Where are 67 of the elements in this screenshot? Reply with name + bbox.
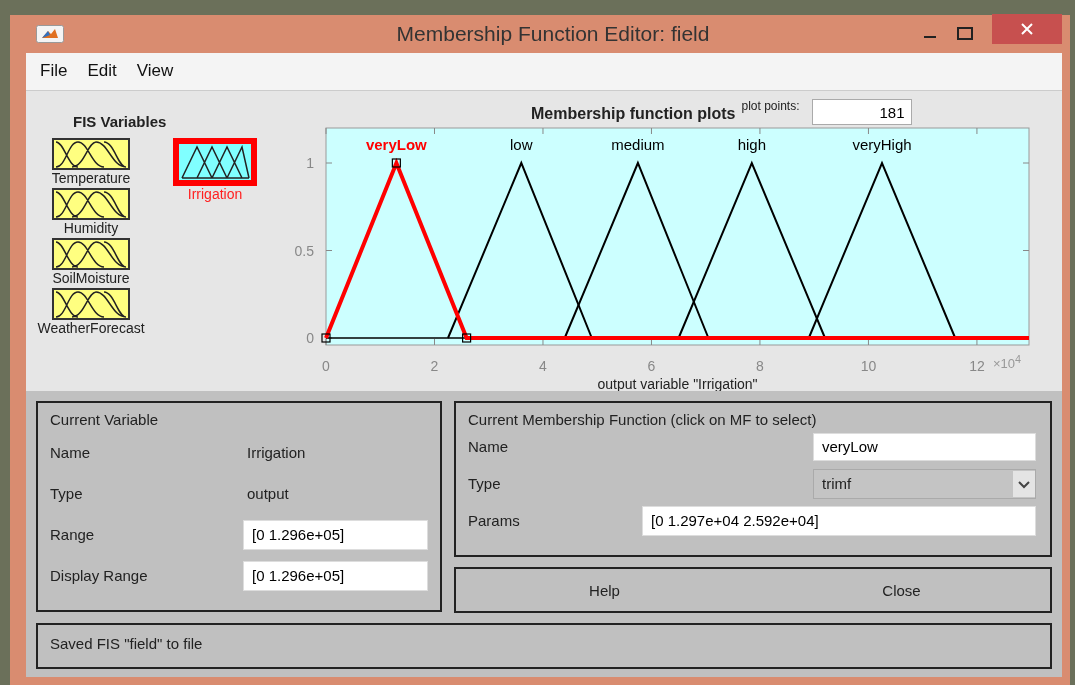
input-variable-icon[interactable] — [52, 238, 130, 270]
section-title: FIS Variables — [72, 113, 168, 130]
x-tick-label: 6 — [647, 358, 656, 374]
membership-function-label[interactable]: high — [737, 136, 766, 153]
x-tick-label: 2 — [430, 358, 439, 374]
app-icon — [36, 24, 64, 43]
panel-title: Current Membership Function (click on MF to select) — [468, 411, 818, 428]
input-field[interactable]: [0 1.297e+04 2.592e+04] — [642, 505, 1036, 536]
input-variable-icon[interactable] — [52, 138, 130, 170]
type-dropdown[interactable]: trimf — [813, 468, 1036, 499]
chevron-icon — [1013, 470, 1035, 497]
variable-label: Humidity — [63, 220, 119, 236]
panel-button[interactable]: Help — [456, 569, 753, 611]
field-label: Name — [468, 438, 509, 455]
membership-function-label[interactable]: low — [510, 136, 533, 153]
window-title: Membership Function Editor: field — [395, 21, 711, 46]
membership-curve[interactable] — [447, 160, 593, 339]
close-icon — [1020, 21, 1034, 36]
field-label: Params — [468, 512, 521, 529]
x-tick-label: 0 — [322, 358, 330, 374]
field-label: Type — [50, 485, 84, 502]
field-label: Range — [50, 526, 96, 543]
membership-curve[interactable] — [807, 160, 957, 339]
x-tick-label: 10 — [860, 358, 877, 374]
membership-function-label[interactable]: veryHigh — [852, 136, 912, 153]
x-tick-label: 4 — [539, 358, 547, 374]
input-variable-icon[interactable] — [52, 288, 130, 320]
vertex-handle[interactable] — [391, 158, 401, 168]
menu-item[interactable]: File — [30, 61, 78, 82]
input-variable-icon[interactable] — [52, 188, 130, 220]
axis-multiplier: ×10$^{4}$ — [993, 353, 1022, 372]
menu-item[interactable]: Edit — [77, 61, 127, 82]
x-tick-label: 12 — [969, 358, 985, 374]
close-button[interactable] — [992, 13, 1062, 44]
y-tick-label: 0.5 — [294, 242, 314, 259]
maximize-icon[interactable] — [956, 25, 974, 42]
field-label: Name — [50, 444, 91, 461]
plot-title: Membership function plots — [531, 105, 736, 123]
membership-curve[interactable] — [677, 160, 826, 339]
vertex-handle[interactable] — [462, 333, 472, 343]
plot-points-label: plot points: — [741, 99, 800, 113]
membership-curve[interactable] — [563, 160, 710, 339]
vertex-handle[interactable] — [321, 333, 331, 343]
field-value: output — [247, 485, 289, 502]
input-field[interactable]: [0 1.296e+05] — [243, 560, 428, 591]
variable-label: WeatherForecast — [37, 320, 145, 336]
menu-item[interactable]: View — [126, 61, 184, 82]
y-tick-label: 0 — [306, 330, 314, 346]
x-axis-label: output variable "Irrigation" — [597, 376, 758, 391]
panel-button[interactable]: Close — [753, 569, 1050, 611]
panel-title: Current Variable — [50, 411, 160, 428]
variable-label: Irrigation — [187, 186, 243, 202]
field-label: Display Range — [50, 567, 149, 584]
membership-function-label[interactable]: medium — [611, 136, 665, 153]
variable-label: SoilMoisture — [52, 270, 130, 286]
x-tick-label: 8 — [756, 358, 764, 374]
y-tick-label: 1 — [306, 155, 314, 171]
variable-label: Temperature — [51, 170, 131, 186]
input-field[interactable]: veryLow — [813, 432, 1036, 461]
output-variable-icon[interactable] — [173, 138, 257, 186]
status-text: Saved FIS "field" to file — [50, 635, 203, 652]
membership-function-label[interactable]: veryLow — [365, 136, 427, 153]
input-field[interactable]: [0 1.296e+05] — [243, 519, 428, 550]
field-value: Irrigation — [247, 444, 306, 461]
membership-curve[interactable] — [324, 157, 1029, 340]
plot-points-field[interactable]: 181 — [811, 99, 912, 125]
field-label: Type — [468, 475, 502, 492]
